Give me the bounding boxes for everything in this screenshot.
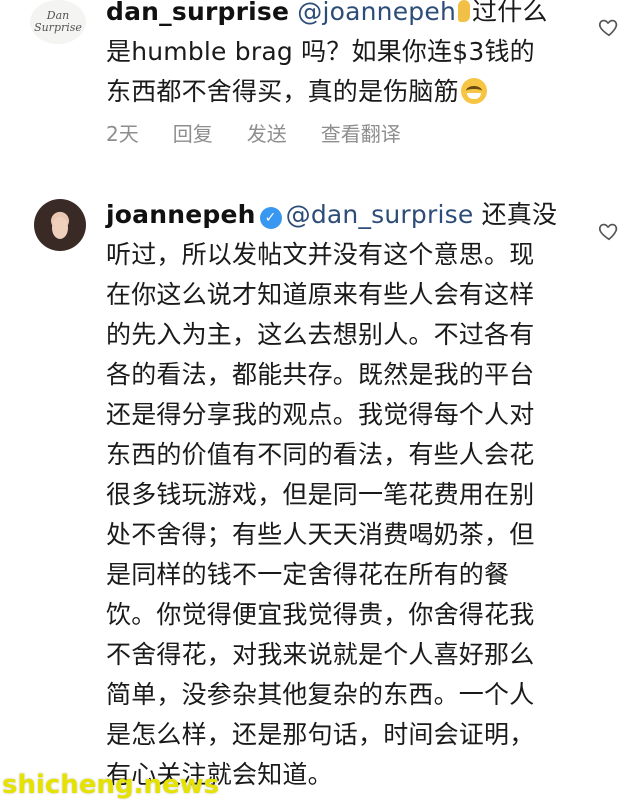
username[interactable]: joannepeh — [106, 200, 256, 229]
avatar[interactable]: Dan Surprise — [30, 0, 86, 44]
comment-line: 还是得分享我的观点。我觉得每个人对 — [106, 400, 535, 429]
comment-line: 不舍得花，对我来说就是个人喜好那么 — [106, 640, 535, 669]
comment-text: dan_surprise @joannepeh 过什么 是humble brag … — [106, 0, 586, 112]
comment-line: 是怎么样，还是那句话，时间会证明， — [106, 720, 535, 749]
comment-dan-surprise: Dan Surprise dan_surprise @joannepeh 过什么 … — [0, 0, 643, 160]
like-heart-icon[interactable] — [598, 16, 620, 38]
comment-line: 处不舍得；有些人天天消费喝奶茶，但 — [106, 520, 535, 549]
comment-line-3: 东西都不舍得买，真的是伤脑筋 — [106, 77, 459, 106]
mention-link[interactable]: @joannepeh — [297, 0, 456, 26]
comment-line: 听过，所以发帖文并没有这个意思。现 — [106, 240, 535, 269]
comment-line: 很多钱玩游戏，但是同一笔花费用在别 — [106, 480, 535, 509]
comment-line: 东西的价值有不同的看法，有些人会花 — [106, 440, 535, 469]
comment-text: joannepeh ✓ @dan_surprise 还真没 听过，所以发帖文并没有这… — [106, 195, 586, 795]
comment-joannepeh: joannepeh ✓ @dan_surprise 还真没 听过，所以发帖文并没有这… — [0, 190, 643, 802]
comment-line: 简单，没参杂其他复杂的东西。一个人 — [106, 680, 535, 709]
comment-line: 的先入为主，这么去想别人。不过各有 — [106, 320, 535, 349]
mention-link[interactable]: @dan_surprise — [286, 200, 474, 229]
see-translation-button[interactable]: 查看翻译 — [321, 118, 401, 147]
comment-line: 各的看法，都能共存。既然是我的平台 — [106, 360, 535, 389]
comment-line-1-rest: 还真没 — [481, 200, 558, 229]
avatar-logo-text: Dan Surprise — [34, 9, 82, 34]
comment-line-2: 是humble brag 吗？如果你连$3钱的 — [106, 37, 535, 66]
verified-badge-icon: ✓ — [259, 207, 282, 229]
watermark-text: shicheng.news — [2, 770, 220, 800]
comment-line: 在你这么说才知道原来有些人会有这样 — [106, 280, 535, 309]
send-button[interactable]: 发送 — [247, 118, 287, 147]
like-heart-icon[interactable] — [598, 220, 620, 242]
reply-button[interactable]: 回复 — [173, 118, 213, 147]
avatar[interactable] — [34, 199, 86, 251]
timestamp: 2天 — [106, 122, 139, 146]
comment-meta: 2天 回复 发送 查看翻译 — [106, 118, 401, 147]
comment-line: 饮。你觉得便宜我觉得贵，你舍得花我 — [106, 600, 535, 629]
comment-line-1-rest: 过什么 — [472, 0, 548, 26]
grinning-sweat-emoji-icon — [460, 78, 487, 104]
comment-line: 是同样的钱不一定舍得花在所有的餐 — [106, 560, 510, 589]
username[interactable]: dan_surprise — [106, 0, 289, 26]
ear-emoji-icon — [458, 0, 470, 22]
